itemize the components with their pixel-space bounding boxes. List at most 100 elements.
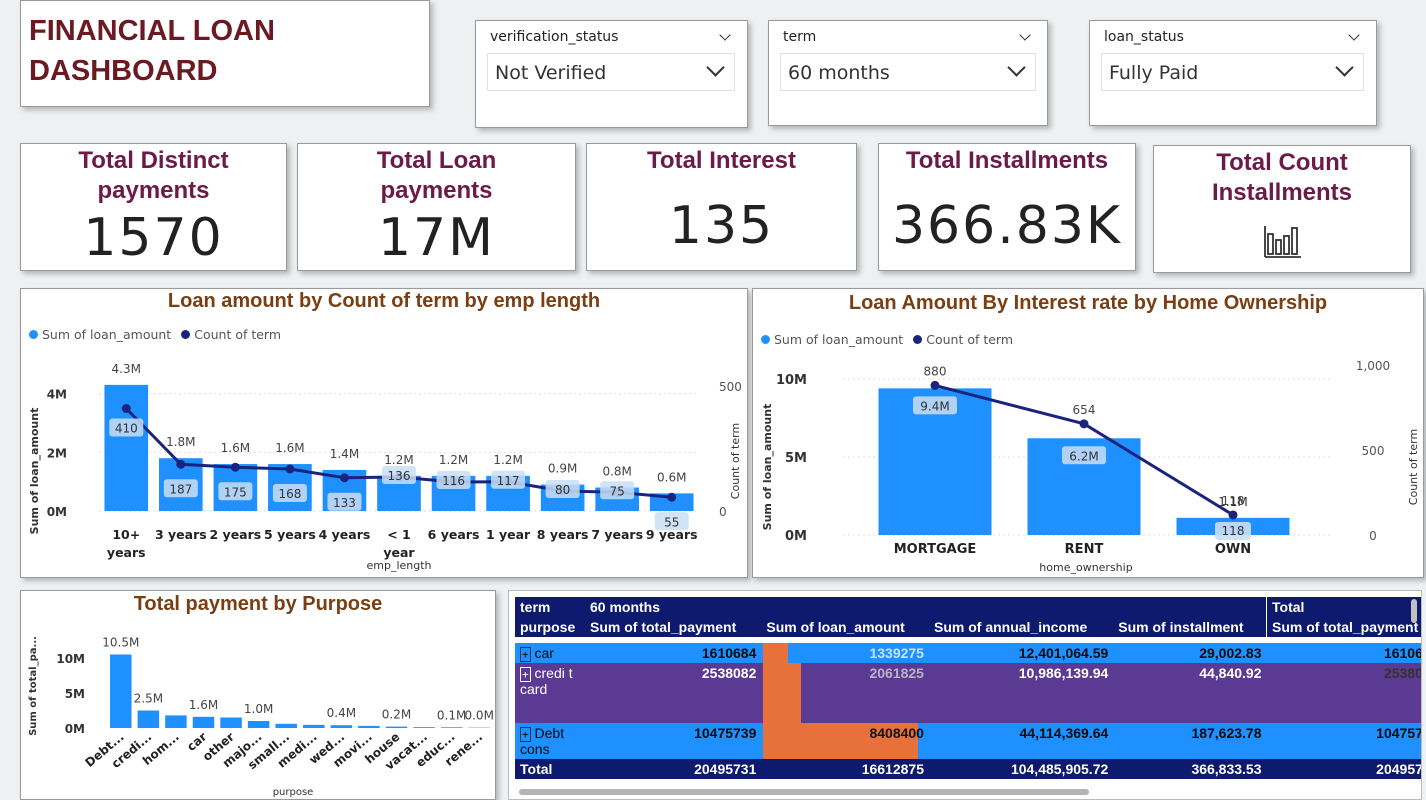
kpi-title: Total Count Installments [1211, 149, 1353, 206]
vertical-scrollbar[interactable] [1411, 599, 1417, 623]
dashboard-title-card: FINANCIAL LOAN DASHBOARD [20, 0, 430, 107]
slicer-dropdown[interactable]: 60 months [780, 53, 1036, 91]
bar [385, 726, 408, 728]
data-label: 6.2M [1069, 449, 1098, 463]
y-axis-title: Sum of loan_amount [28, 408, 41, 535]
data-label: 0.4M [327, 706, 356, 720]
y2-tick-label: 500 [719, 380, 742, 394]
data-label: 0.2M [382, 708, 411, 722]
data-label: 10.5M [102, 636, 139, 650]
chevron-down-icon[interactable] [1335, 58, 1354, 77]
data-label: 1.6M [275, 441, 304, 455]
data-label: 0.8M [602, 465, 631, 479]
kpi-total-installments: Total Installments 366.83K [878, 143, 1136, 271]
header-cell[interactable]: 60 months [585, 597, 1267, 617]
slicer-dropdown[interactable]: Not Verified [487, 53, 735, 91]
line-point [230, 462, 240, 472]
slicer-term[interactable]: term 60 months [768, 20, 1048, 126]
line-point [1079, 419, 1089, 429]
bar [192, 716, 215, 728]
slicer-label: loan_status [1104, 29, 1184, 45]
line-point [285, 464, 295, 474]
bar [440, 727, 463, 728]
line-point [1228, 510, 1238, 520]
x-tick-label: 8 years [537, 527, 589, 542]
chevron-down-icon[interactable] [1348, 29, 1360, 41]
table-row: + credi t card 2538082 2061825 10,986,13… [515, 663, 1421, 723]
column-header[interactable]: Sum of loan_amount [761, 617, 929, 637]
bar [110, 654, 132, 728]
cell-value: 1339275 [869, 645, 924, 661]
chart-3-svg: 0M5M10MSum of total_pa...purpose10.5MDeb… [28, 636, 494, 799]
purpose-label: car [534, 645, 554, 661]
data-label: 1.8M [166, 435, 195, 449]
x-tick-label: OWN [1215, 542, 1251, 557]
column-header[interactable]: Sum of total_payment [585, 617, 761, 637]
x-axis-title: home_ownership [1039, 561, 1132, 574]
kpi-title: Total Loan payments [376, 147, 497, 204]
row-label[interactable]: + Debt cons [515, 723, 585, 759]
header-cell[interactable]: term [515, 597, 585, 617]
bar [247, 721, 270, 728]
line-data-label: 654 [1073, 403, 1096, 417]
data-label: 1.4M [330, 447, 359, 461]
x-axis-title: purpose [273, 787, 314, 798]
expand-icon[interactable]: + [520, 727, 531, 742]
slicer-selected-value: Fully Paid [1109, 62, 1199, 84]
x-tick-label: 6 years [428, 527, 480, 542]
column-header[interactable]: purpose [515, 617, 585, 637]
slicer-loan-status[interactable]: loan_status Fully Paid [1089, 20, 1377, 126]
bar [358, 725, 380, 728]
row-label[interactable]: + credi t card [515, 663, 585, 723]
kpi-title: Total Distinct payments [78, 147, 229, 204]
slicer-dropdown[interactable]: Fully Paid [1101, 53, 1364, 91]
cell-loan-amount: 1339275 [761, 643, 929, 663]
chevron-down-icon[interactable] [706, 58, 725, 77]
chevron-down-icon[interactable] [1007, 58, 1026, 77]
x-tick-label: 3 years [155, 527, 207, 542]
chevron-down-icon[interactable] [719, 29, 731, 41]
data-label: 1.2M [439, 453, 468, 467]
line-data-label: 136 [388, 469, 411, 483]
y-axis-title: Sum of loan_amount [761, 404, 774, 531]
header-cell[interactable]: Total [1266, 597, 1421, 617]
bar [220, 717, 242, 728]
matrix-header-row: purpose Sum of total_payment Sum of loan… [515, 617, 1421, 637]
data-label: 1.0M [244, 702, 273, 716]
data-label: 0.9M [548, 462, 577, 476]
bar [104, 384, 149, 511]
bar [137, 710, 160, 728]
table-total-row: Total 20495731 16612875 104,485,905.72 3… [515, 759, 1421, 779]
cell: 20495731 [1266, 759, 1421, 779]
cell: 10,986,139.94 [928, 663, 1114, 723]
cell: 16612875 [761, 759, 929, 779]
data-label: 0.6M [657, 470, 686, 484]
bar [165, 715, 187, 728]
row-label[interactable]: + car [515, 643, 585, 663]
x-tick-label: 5 years [264, 527, 316, 542]
y-tick-label: 5M [65, 687, 85, 701]
horizontal-scrollbar[interactable] [519, 789, 1089, 795]
expand-icon[interactable]: + [520, 667, 531, 682]
column-header[interactable]: Sum of total_payment [1266, 617, 1421, 637]
data-label: 1.1M [1218, 495, 1247, 509]
cell: 366,833.53 [1113, 759, 1267, 779]
slicer-verification-status[interactable]: verification_status Not Verified [475, 20, 748, 128]
column-header[interactable]: Sum of installment [1113, 617, 1266, 637]
y-tick-label: 0M [785, 529, 807, 544]
expand-icon[interactable]: + [520, 647, 531, 662]
chevron-down-icon[interactable] [1019, 29, 1031, 41]
x-tick-label: year [383, 545, 415, 560]
kpi-total-count-installments: Total Count Installments [1153, 145, 1411, 273]
kpi-total-interest: Total Interest 135 [586, 143, 857, 271]
dashboard-title: FINANCIAL LOAN DASHBOARD [29, 11, 389, 91]
cell: 187,623.78 [1113, 723, 1267, 759]
cell: 2538082 [585, 663, 762, 723]
matrix-table[interactable]: term 60 months Total purpose Sum of tota… [508, 590, 1422, 800]
line-data-label: 55 [664, 515, 679, 529]
kpi-total-distinct-payments: Total Distinct payments 1570 [20, 143, 287, 271]
column-header[interactable]: Sum of annual_income [929, 617, 1113, 637]
cell: 1610684 [585, 643, 762, 663]
line-data-label: 880 [924, 364, 947, 378]
cell: 12,401,064.59 [928, 643, 1114, 663]
